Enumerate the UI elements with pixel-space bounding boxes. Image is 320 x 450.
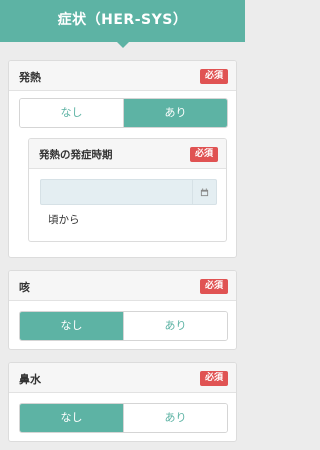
fever-label: 発熱 bbox=[19, 71, 41, 84]
fever-onset-suffix: 頃から bbox=[48, 214, 80, 226]
fever-header: 発熱 必須 bbox=[9, 61, 236, 91]
cough-card: 咳 必須 なし あり bbox=[8, 270, 237, 350]
fever-onset-date-field[interactable] bbox=[40, 179, 217, 205]
runny-nose-label: 鼻水 bbox=[19, 373, 41, 386]
calendar-icon[interactable] bbox=[192, 180, 216, 204]
fever-onset-date-input[interactable] bbox=[41, 180, 191, 204]
fever-onset-label: 発熱の発症時期 bbox=[39, 149, 113, 161]
page-header: 症状（HER-SYS） bbox=[0, 0, 245, 48]
fever-onset-header: 発熱の発症時期 必須 bbox=[29, 139, 226, 169]
runny-nose-toggle: なし あり bbox=[19, 403, 228, 433]
fever-option-yes[interactable]: あり bbox=[123, 99, 227, 127]
fever-required-badge: 必須 bbox=[199, 69, 228, 84]
runny-nose-card: 鼻水 必須 なし あり bbox=[8, 362, 237, 442]
page-title: 症状（HER-SYS） bbox=[57, 12, 188, 28]
fever-onset-card: 発熱の発症時期 必須 頃から bbox=[28, 138, 227, 242]
header-pointer bbox=[117, 42, 129, 48]
cough-option-none[interactable]: なし bbox=[20, 312, 123, 340]
fever-option-none[interactable]: なし bbox=[20, 99, 123, 127]
cough-option-yes[interactable]: あり bbox=[123, 312, 227, 340]
cough-header: 咳 必須 bbox=[9, 271, 236, 301]
runny-nose-required-badge: 必須 bbox=[199, 371, 228, 386]
cough-toggle: なし あり bbox=[19, 311, 228, 341]
runny-nose-header: 鼻水 必須 bbox=[9, 363, 236, 393]
runny-nose-option-none[interactable]: なし bbox=[20, 404, 123, 432]
fever-toggle: なし あり bbox=[19, 98, 228, 128]
cough-required-badge: 必須 bbox=[199, 279, 228, 294]
fever-onset-required-badge: 必須 bbox=[189, 147, 218, 162]
cough-label: 咳 bbox=[19, 281, 30, 294]
runny-nose-option-yes[interactable]: あり bbox=[123, 404, 227, 432]
